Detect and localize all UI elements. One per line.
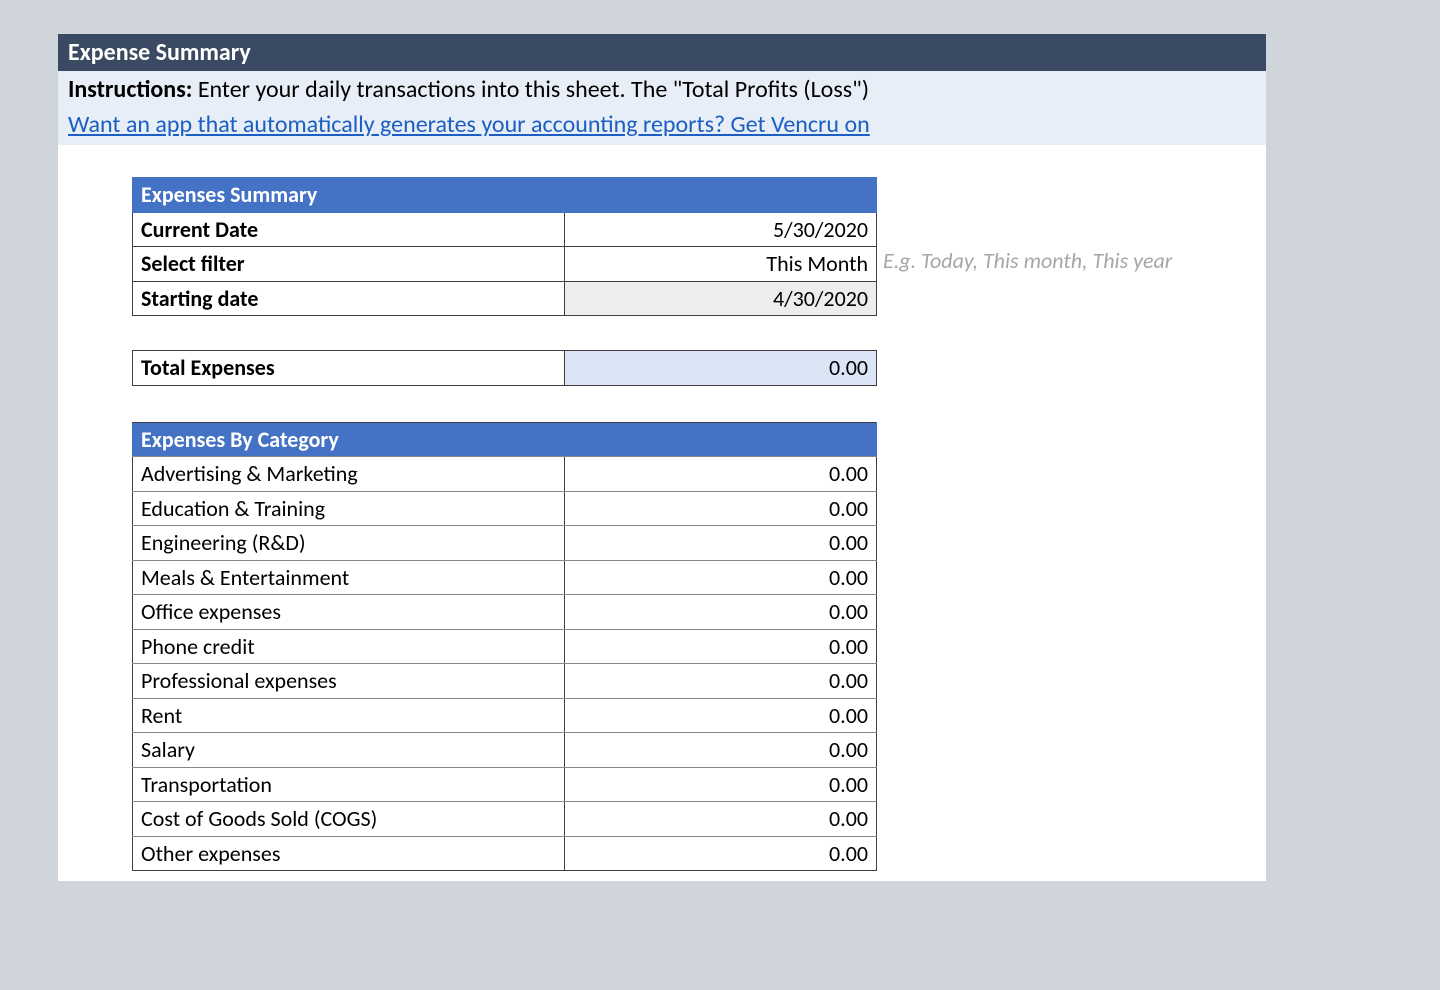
table-row[interactable]: Professional expenses 0.00 xyxy=(133,664,877,699)
row-guides xyxy=(54,145,58,881)
category-label: Engineering (R&D) xyxy=(133,526,565,561)
category-value[interactable]: 0.00 xyxy=(565,767,877,802)
expenses-by-category-header[interactable]: Expenses By Category xyxy=(133,422,877,457)
instructions-text: Enter your daily transactions into this … xyxy=(192,75,869,104)
table-row[interactable]: Select filter This Month xyxy=(133,247,877,282)
current-date-label: Current Date xyxy=(133,212,565,247)
instructions-row[interactable]: Instructions: Enter your daily transacti… xyxy=(58,71,1266,108)
table-row[interactable]: Phone credit 0.00 xyxy=(133,629,877,664)
category-value[interactable]: 0.00 xyxy=(565,698,877,733)
expenses-by-category-title: Expenses By Category xyxy=(133,422,877,457)
table-row[interactable]: Transportation 0.00 xyxy=(133,767,877,802)
category-label: Education & Training xyxy=(133,491,565,526)
category-value[interactable]: 0.00 xyxy=(565,836,877,871)
category-label: Other expenses xyxy=(133,836,565,871)
category-label: Meals & Entertainment xyxy=(133,560,565,595)
table-row[interactable]: Engineering (R&D) 0.00 xyxy=(133,526,877,561)
total-expenses-value[interactable]: 0.00 xyxy=(565,351,877,386)
category-value[interactable]: 0.00 xyxy=(565,629,877,664)
category-label: Rent xyxy=(133,698,565,733)
category-label: Professional expenses xyxy=(133,664,565,699)
category-value[interactable]: 0.00 xyxy=(565,802,877,837)
category-label: Transportation xyxy=(133,767,565,802)
expenses-by-category-table: Expenses By Category Advertising & Marke… xyxy=(132,422,877,872)
expenses-summary-table: Expenses Summary Current Date 5/30/2020 … xyxy=(132,177,877,316)
table-row[interactable]: Rent 0.00 xyxy=(133,698,877,733)
category-value[interactable]: 0.00 xyxy=(565,664,877,699)
category-value[interactable]: 0.00 xyxy=(565,526,877,561)
table-row[interactable]: Other expenses 0.00 xyxy=(133,836,877,871)
starting-date-value[interactable]: 4/30/2020 xyxy=(565,281,877,316)
sheet-title: Expense Summary xyxy=(68,38,251,67)
table-row[interactable]: Office expenses 0.00 xyxy=(133,595,877,630)
table-row[interactable]: Current Date 5/30/2020 xyxy=(133,212,877,247)
category-value[interactable]: 0.00 xyxy=(565,457,877,492)
promo-link-row[interactable]: Want an app that automatically generates… xyxy=(58,108,1266,145)
category-label: Salary xyxy=(133,733,565,768)
category-label: Office expenses xyxy=(133,595,565,630)
category-value[interactable]: 0.00 xyxy=(565,733,877,768)
table-row[interactable]: Total Expenses 0.00 xyxy=(133,351,877,386)
select-filter-value[interactable]: This Month xyxy=(565,247,877,282)
worksheet: Expense Summary Instructions: Enter your… xyxy=(58,34,1266,881)
table-row[interactable]: Salary 0.00 xyxy=(133,733,877,768)
table-row[interactable]: Cost of Goods Sold (COGS) 0.00 xyxy=(133,802,877,837)
expenses-summary-title: Expenses Summary xyxy=(133,178,877,213)
sheet-title-row[interactable]: Expense Summary xyxy=(58,34,1266,71)
table-row[interactable]: Starting date 4/30/2020 xyxy=(133,281,877,316)
table-row[interactable]: Advertising & Marketing 0.00 xyxy=(133,457,877,492)
category-label: Phone credit xyxy=(133,629,565,664)
table-row[interactable]: Meals & Entertainment 0.00 xyxy=(133,560,877,595)
table-row[interactable]: Education & Training 0.00 xyxy=(133,491,877,526)
starting-date-label: Starting date xyxy=(133,281,565,316)
current-date-value[interactable]: 5/30/2020 xyxy=(565,212,877,247)
category-label: Cost of Goods Sold (COGS) xyxy=(133,802,565,837)
category-label: Advertising & Marketing xyxy=(133,457,565,492)
category-value[interactable]: 0.00 xyxy=(565,595,877,630)
total-expenses-label: Total Expenses xyxy=(133,351,565,386)
total-expenses-table: Total Expenses 0.00 xyxy=(132,350,877,386)
filter-hint: E.g. Today, This month, This year xyxy=(877,247,1172,274)
category-value[interactable]: 0.00 xyxy=(565,491,877,526)
instructions-label: Instructions: xyxy=(68,75,192,104)
category-value[interactable]: 0.00 xyxy=(565,560,877,595)
expenses-summary-header[interactable]: Expenses Summary xyxy=(133,178,877,213)
promo-link[interactable]: Want an app that automatically generates… xyxy=(68,110,870,139)
filter-hint-column: E.g. Today, This month, This year xyxy=(877,177,1172,274)
select-filter-label: Select filter xyxy=(133,247,565,282)
content-area: Expenses Summary Current Date 5/30/2020 … xyxy=(58,145,1266,881)
